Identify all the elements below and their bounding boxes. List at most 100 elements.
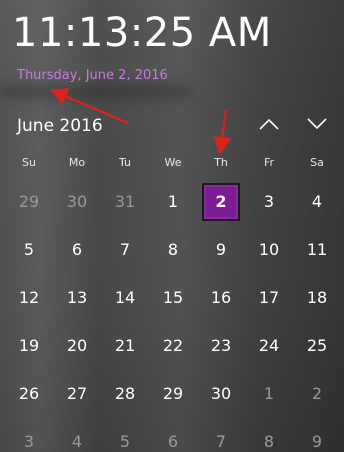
calendar-day[interactable]: 2 xyxy=(293,370,341,418)
weekday-label: Sa xyxy=(310,156,324,169)
day-number: 8 xyxy=(263,432,275,451)
day-number: 25 xyxy=(306,336,328,355)
day-number: 10 xyxy=(258,240,280,259)
calendar-day[interactable]: 30 xyxy=(197,370,245,418)
day-number: 6 xyxy=(167,432,179,451)
calendar-day[interactable]: 4 xyxy=(293,178,341,226)
day-number: 11 xyxy=(306,240,328,259)
calendar-weeks: 29 30 31 1 2 3 4 5 6 7 8 9 10 11 12 13 14 15 16 17 18 19 20 21 2… xyxy=(5,178,341,452)
day-number: 24 xyxy=(258,336,280,355)
calendar-day[interactable]: 10 xyxy=(245,226,293,274)
day-number: 7 xyxy=(215,432,227,451)
calendar-day[interactable]: 3 xyxy=(5,418,53,452)
calendar-day[interactable]: 8 xyxy=(149,226,197,274)
day-number: 4 xyxy=(311,192,323,211)
calendar-week-row: 3 4 5 6 7 8 9 xyxy=(5,418,341,452)
calendar-week-row: 12 13 14 15 16 17 18 xyxy=(5,274,341,322)
calendar-day[interactable]: 21 xyxy=(101,322,149,370)
calendar-day[interactable]: 24 xyxy=(245,322,293,370)
day-number: 3 xyxy=(263,192,275,211)
calendar-day[interactable]: 19 xyxy=(5,322,53,370)
day-number: 3 xyxy=(23,432,35,451)
calendar-day[interactable]: 6 xyxy=(149,418,197,452)
weekday-label: Su xyxy=(22,156,36,169)
calendar-day[interactable]: 5 xyxy=(101,418,149,452)
calendar-day[interactable]: 4 xyxy=(53,418,101,452)
day-number: 14 xyxy=(114,288,136,307)
day-number: 2 xyxy=(215,192,227,211)
weekday-label: Th xyxy=(214,156,228,169)
calendar-day[interactable]: 26 xyxy=(5,370,53,418)
day-number: 17 xyxy=(258,288,280,307)
calendar-day[interactable]: 11 xyxy=(293,226,341,274)
calendar-day[interactable]: 3 xyxy=(245,178,293,226)
day-number: 16 xyxy=(210,288,232,307)
day-number: 7 xyxy=(119,240,131,259)
calendar-day[interactable]: 23 xyxy=(197,322,245,370)
previous-month-button[interactable] xyxy=(255,112,283,136)
calendar-day[interactable]: 28 xyxy=(101,370,149,418)
calendar-day[interactable]: 30 xyxy=(53,178,101,226)
day-number: 28 xyxy=(114,384,136,403)
calendar-week-row: 29 30 31 1 2 3 4 xyxy=(5,178,341,226)
calendar-day[interactable]: 13 xyxy=(53,274,101,322)
weekday-label: We xyxy=(164,156,182,169)
calendar-grid: Su Mo Tu We Th Fr Sa 29 30 31 1 2 3 4 5 6 7 8 9 10 11 12 13 14… xyxy=(5,148,341,452)
chevron-up-icon xyxy=(259,118,279,130)
clock-time: 11:13:25 AM xyxy=(12,10,272,56)
day-number: 4 xyxy=(71,432,83,451)
day-number: 13 xyxy=(66,288,88,307)
calendar-day[interactable]: 25 xyxy=(293,322,341,370)
calendar-day[interactable]: 6 xyxy=(53,226,101,274)
weekday-label: Fr xyxy=(263,156,275,169)
day-number: 27 xyxy=(66,384,88,403)
calendar-day[interactable]: 9 xyxy=(293,418,341,452)
day-number: 30 xyxy=(210,384,232,403)
calendar-day[interactable]: 31 xyxy=(101,178,149,226)
full-date-link[interactable]: Thursday, June 2, 2016 xyxy=(17,68,168,83)
day-number: 31 xyxy=(114,192,136,211)
day-number: 2 xyxy=(311,384,323,403)
calendar-day[interactable]: 20 xyxy=(53,322,101,370)
chevron-down-icon xyxy=(307,118,327,130)
day-number: 26 xyxy=(18,384,40,403)
day-number: 23 xyxy=(210,336,232,355)
calendar-day[interactable]: 22 xyxy=(149,322,197,370)
next-month-button[interactable] xyxy=(303,112,331,136)
calendar-day[interactable]: 16 xyxy=(197,274,245,322)
calendar-day[interactable]: 15 xyxy=(149,274,197,322)
day-number: 8 xyxy=(167,240,179,259)
calendar-day[interactable]: 14 xyxy=(101,274,149,322)
calendar-day[interactable]: 12 xyxy=(5,274,53,322)
day-number: 29 xyxy=(18,192,40,211)
calendar-day[interactable]: 1 xyxy=(245,370,293,418)
calendar-day[interactable]: 1 xyxy=(149,178,197,226)
calendar-day[interactable]: 29 xyxy=(5,178,53,226)
calendar-day[interactable]: 7 xyxy=(101,226,149,274)
weekday-header-row: Su Mo Tu We Th Fr Sa xyxy=(5,148,341,178)
day-number: 5 xyxy=(23,240,35,259)
day-number: 22 xyxy=(162,336,184,355)
weekday-label: Mo xyxy=(68,156,86,169)
month-year-label[interactable]: June 2016 xyxy=(17,116,103,136)
day-number: 9 xyxy=(311,432,323,451)
calendar-day[interactable]: 29 xyxy=(149,370,197,418)
day-number: 30 xyxy=(66,192,88,211)
calendar-day[interactable]: 27 xyxy=(53,370,101,418)
calendar-day[interactable]: 9 xyxy=(197,226,245,274)
calendar-day[interactable]: 7 xyxy=(197,418,245,452)
day-number: 1 xyxy=(263,384,275,403)
calendar-day[interactable]: 8 xyxy=(245,418,293,452)
calendar-day-today[interactable]: 2 xyxy=(197,178,245,226)
day-number: 21 xyxy=(114,336,136,355)
calendar-day[interactable]: 18 xyxy=(293,274,341,322)
day-number: 12 xyxy=(18,288,40,307)
calendar-week-row: 19 20 21 22 23 24 25 xyxy=(5,322,341,370)
weekday-label: Tu xyxy=(118,156,132,169)
calendar-day[interactable]: 17 xyxy=(245,274,293,322)
calendar-day[interactable]: 5 xyxy=(5,226,53,274)
day-number: 9 xyxy=(215,240,227,259)
day-number: 19 xyxy=(18,336,40,355)
day-number: 20 xyxy=(66,336,88,355)
day-number: 29 xyxy=(162,384,184,403)
